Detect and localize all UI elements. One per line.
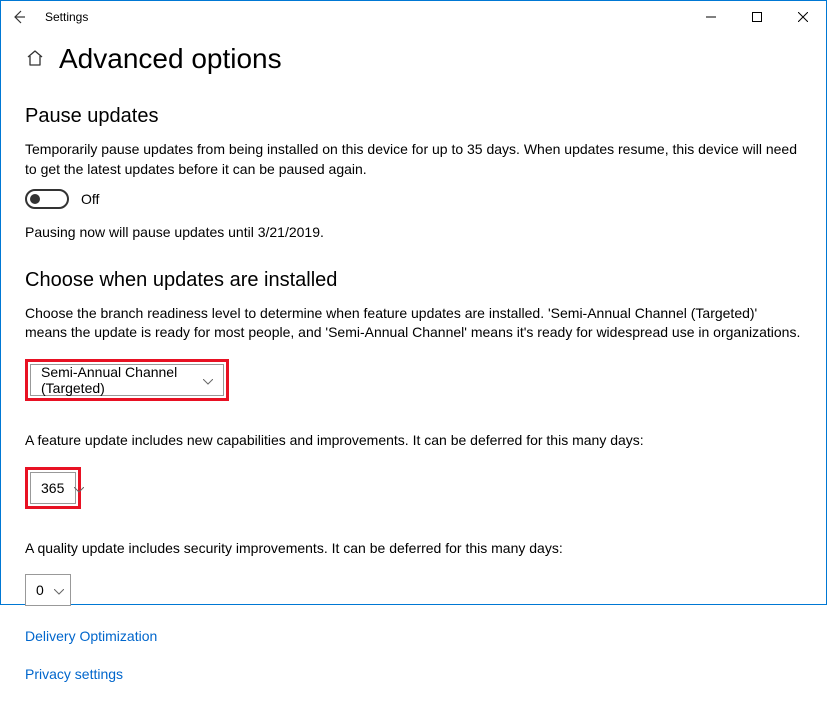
channel-description: Choose the branch readiness level to det… bbox=[25, 304, 802, 343]
channel-highlight: Semi-Annual Channel (Targeted) bbox=[25, 359, 229, 401]
close-icon bbox=[798, 12, 808, 22]
pause-toggle[interactable] bbox=[25, 189, 69, 209]
feature-defer-description: A feature update includes new capabiliti… bbox=[25, 431, 802, 451]
channel-section: Choose when updates are installed Choose… bbox=[25, 269, 802, 405]
channel-heading: Choose when updates are installed bbox=[25, 269, 802, 292]
delivery-optimization-link[interactable]: Delivery Optimization bbox=[25, 628, 802, 644]
quality-defer-dropdown[interactable]: 0 bbox=[25, 574, 71, 606]
feature-defer-value: 365 bbox=[41, 480, 64, 496]
pause-status: Pausing now will pause updates until 3/2… bbox=[25, 223, 802, 243]
maximize-button[interactable] bbox=[734, 1, 780, 33]
feature-defer-section: A feature update includes new capabiliti… bbox=[25, 431, 802, 513]
titlebar-left: Settings bbox=[9, 7, 88, 27]
quality-defer-description: A quality update includes security impro… bbox=[25, 539, 802, 559]
privacy-settings-link[interactable]: Privacy settings bbox=[25, 666, 802, 682]
pause-heading: Pause updates bbox=[25, 105, 802, 128]
window-title: Settings bbox=[45, 10, 88, 24]
page-title: Advanced options bbox=[59, 43, 282, 75]
chevron-down-icon bbox=[54, 582, 64, 598]
content-area: Advanced options Pause updates Temporari… bbox=[1, 33, 826, 706]
pause-toggle-label: Off bbox=[81, 191, 99, 207]
quality-defer-section: A quality update includes security impro… bbox=[25, 539, 802, 607]
chevron-down-icon bbox=[74, 480, 84, 496]
close-button[interactable] bbox=[780, 1, 826, 33]
back-arrow-icon bbox=[11, 9, 27, 25]
home-icon[interactable] bbox=[25, 48, 45, 71]
quality-defer-value: 0 bbox=[36, 582, 44, 598]
pause-toggle-row: Off bbox=[25, 189, 802, 209]
minimize-button[interactable] bbox=[688, 1, 734, 33]
window-controls bbox=[688, 1, 826, 33]
back-button[interactable] bbox=[9, 7, 29, 27]
chevron-down-icon bbox=[203, 372, 213, 388]
feature-defer-dropdown[interactable]: 365 bbox=[30, 472, 76, 504]
channel-dropdown[interactable]: Semi-Annual Channel (Targeted) bbox=[30, 364, 224, 396]
channel-dropdown-value: Semi-Annual Channel (Targeted) bbox=[41, 364, 193, 396]
toggle-knob bbox=[30, 194, 40, 204]
heading-row: Advanced options bbox=[25, 43, 802, 75]
maximize-icon bbox=[752, 12, 762, 22]
titlebar: Settings bbox=[1, 1, 826, 33]
pause-description: Temporarily pause updates from being ins… bbox=[25, 140, 802, 179]
feature-defer-highlight: 365 bbox=[25, 467, 81, 509]
minimize-icon bbox=[706, 12, 716, 22]
